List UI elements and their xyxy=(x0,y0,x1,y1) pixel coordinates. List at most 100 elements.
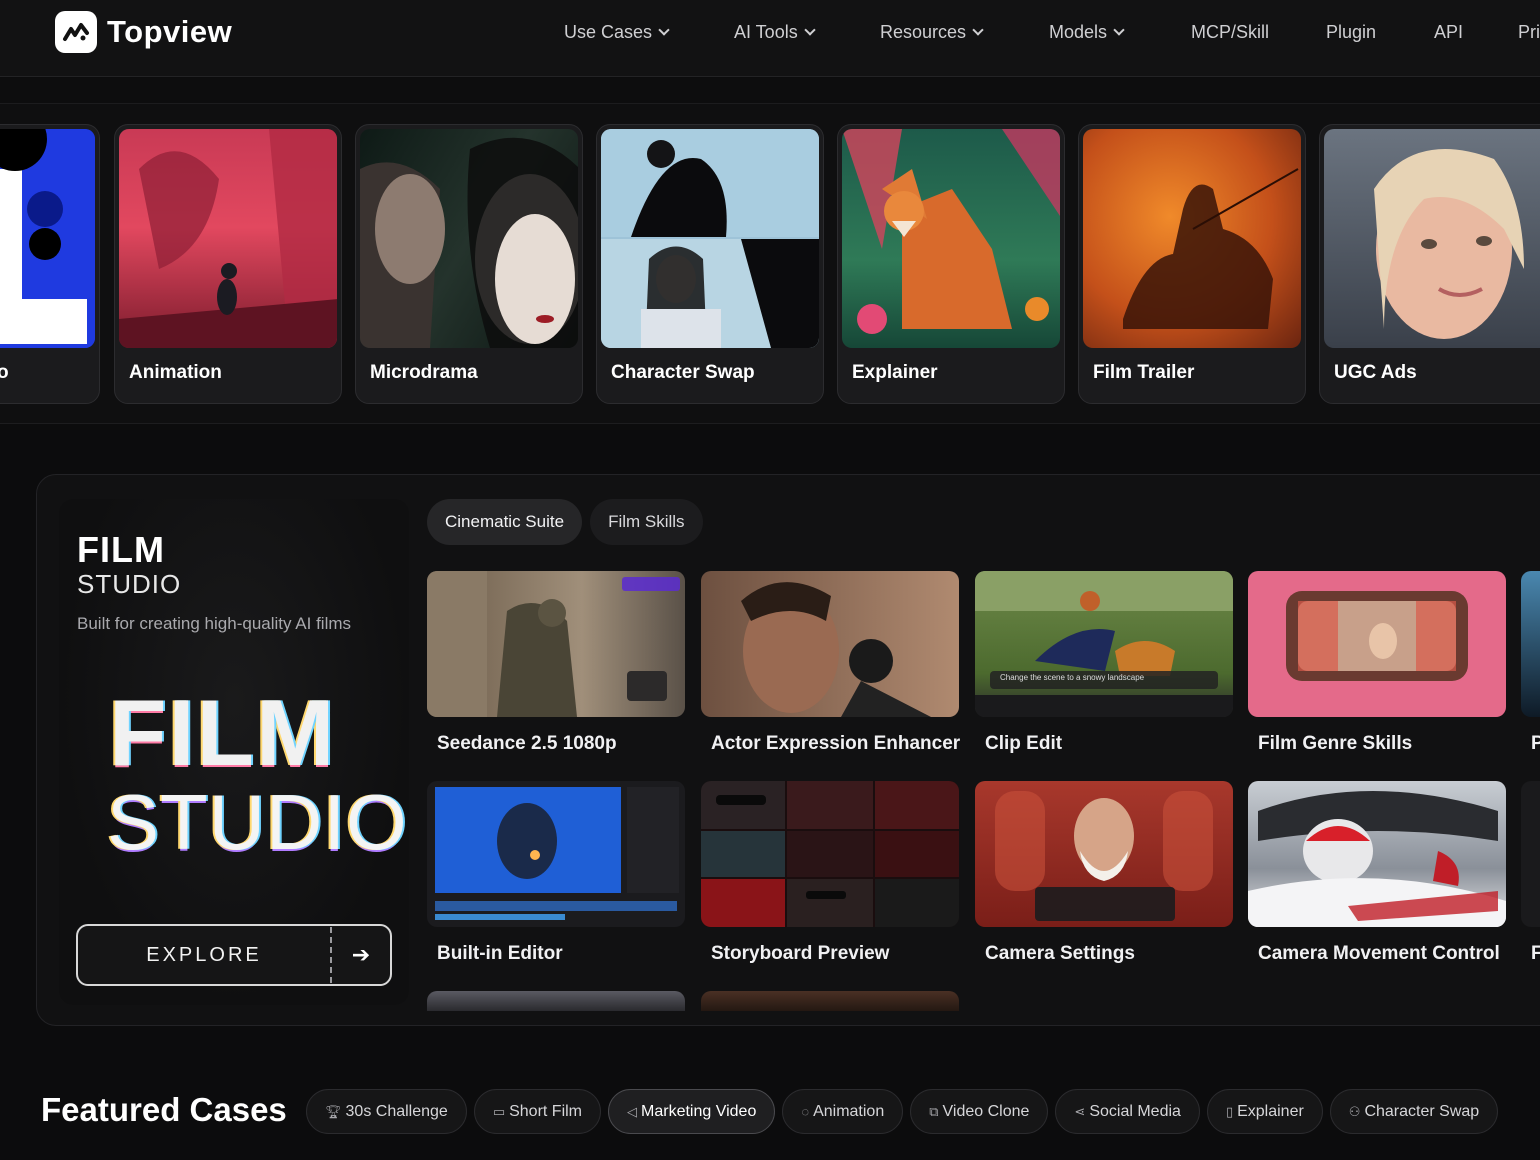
tool-thumbnail xyxy=(427,571,685,717)
card-label: Explainer xyxy=(852,362,938,383)
pill-marketing-video[interactable]: ◁ Marketing Video xyxy=(608,1089,776,1134)
nav-api[interactable]: API xyxy=(1434,22,1463,43)
nav-label: Use Cases xyxy=(564,22,653,42)
film-studio-panel: FILM STUDIO Built for creating high-qual… xyxy=(36,474,1540,1026)
clip-edit-prompt: Change the scene to a snowy landscape xyxy=(1000,673,1145,682)
tool-card-partial-2[interactable]: F xyxy=(1521,781,1540,965)
palette-icon: ◌ xyxy=(801,1104,810,1119)
tool-card-storyboard[interactable]: Storyboard Preview xyxy=(701,781,961,965)
studio-tabs: Cinematic Suite Film Skills xyxy=(427,499,703,545)
tool-label: Clip Edit xyxy=(985,733,1063,754)
nav-label: API xyxy=(1434,22,1464,42)
tool-card-seedance[interactable]: Seedance 2.5 1080p xyxy=(427,571,687,755)
nav-mcp-skill[interactable]: MCP/Skill xyxy=(1191,22,1269,43)
card-thumbnail xyxy=(360,129,578,348)
top-strip xyxy=(0,78,1540,104)
tool-label: Camera Settings xyxy=(985,943,1135,964)
use-case-card-ugc-ads[interactable]: UGC Ads xyxy=(1319,124,1540,404)
tab-cinematic-suite[interactable]: Cinematic Suite xyxy=(427,499,583,545)
tool-card-camera-movement[interactable]: Camera Movement Control xyxy=(1248,781,1508,965)
tool-label: Camera Movement Control xyxy=(1258,943,1500,964)
card-label: UGC Ads xyxy=(1334,362,1417,383)
card-label: Animation xyxy=(129,362,222,383)
pill-label: Marketing Video xyxy=(641,1102,757,1120)
pill-label: Short Film xyxy=(509,1102,583,1120)
tool-thumbnail: Change the scene to a snowy landscape xyxy=(975,571,1233,717)
tool-card-film-genre[interactable]: Film Genre Skills xyxy=(1248,571,1508,755)
pill-label: Video Clone xyxy=(942,1102,1030,1120)
film-studio-art-line2: STUDIO xyxy=(107,778,408,866)
pill-label: Character Swap xyxy=(1364,1102,1480,1120)
top-nav: Topview Use Cases AI Tools Resources Mod… xyxy=(0,0,1540,77)
card-thumbnail xyxy=(0,129,95,348)
tool-thumbnail xyxy=(1521,781,1540,927)
nav-models[interactable]: Models xyxy=(1049,22,1125,43)
user-icon: ⚇ xyxy=(1348,1103,1361,1119)
featured-category-pills: 🏆︎ 30s Challenge ▭ Short Film ◁ Marketing V… xyxy=(306,1089,1499,1134)
nav-resources[interactable]: Resources xyxy=(880,22,984,43)
use-case-card-explainer[interactable]: Explainer xyxy=(837,124,1065,404)
card-thumbnail xyxy=(601,129,819,348)
use-case-card[interactable]: o xyxy=(0,124,100,404)
tool-thumbnail xyxy=(1521,571,1540,717)
pill-explainer[interactable]: ▯ Explainer xyxy=(1206,1089,1323,1134)
pill-animation[interactable]: ◌ Animation xyxy=(782,1089,904,1134)
use-case-card-animation[interactable]: Animation xyxy=(114,124,342,404)
tool-card-peek xyxy=(427,991,685,1011)
tool-thumbnail xyxy=(975,781,1233,927)
pill-label: Animation xyxy=(813,1102,885,1120)
nav-plugin[interactable]: Plugin xyxy=(1326,22,1376,43)
nav-ai-tools[interactable]: AI Tools xyxy=(734,22,816,43)
pill-label: Explainer xyxy=(1237,1102,1304,1120)
tool-thumbnail xyxy=(701,781,959,927)
card-label: Film Trailer xyxy=(1093,362,1195,383)
explore-label: EXPLORE xyxy=(146,943,262,966)
featured-cases-title: Featured Cases xyxy=(41,1091,287,1128)
topview-logo-icon xyxy=(55,11,97,53)
pill-short-film[interactable]: ▭ Short Film xyxy=(473,1089,602,1134)
tool-card-built-in-editor[interactable]: Built-in Editor xyxy=(427,781,687,965)
tool-card-actor-expression[interactable]: Actor Expression Enhancer xyxy=(701,571,961,755)
copy-icon: ⧉ xyxy=(929,1103,939,1119)
card-thumbnail xyxy=(119,129,337,348)
pill-30s-challenge[interactable]: 🏆︎ 30s Challenge xyxy=(306,1089,467,1134)
pill-video-clone[interactable]: ⧉ Video Clone xyxy=(910,1089,1049,1134)
use-case-card-film-trailer[interactable]: Film Trailer xyxy=(1078,124,1306,404)
nav-use-cases[interactable]: Use Cases xyxy=(564,22,670,43)
trophy-icon: 🏆︎ xyxy=(325,1103,342,1119)
brand-name: Topview xyxy=(107,14,233,49)
film-studio-promo: FILM STUDIO Built for creating high-qual… xyxy=(59,499,409,1005)
chevron-down-icon xyxy=(972,24,984,36)
card-thumbnail xyxy=(842,129,1060,348)
share-icon: ⋖ xyxy=(1074,1103,1086,1119)
nav-label: AI Tools xyxy=(734,22,798,42)
use-case-card-character-swap[interactable]: Character Swap xyxy=(596,124,824,404)
tool-label: Storyboard Preview xyxy=(711,943,890,964)
pill-character-swap[interactable]: ⚇ Character Swap xyxy=(1329,1089,1499,1134)
tool-label: P xyxy=(1531,733,1540,755)
tool-thumbnail xyxy=(1248,781,1506,927)
tool-label: F xyxy=(1531,943,1540,965)
tool-thumbnail xyxy=(427,781,685,927)
tool-card-partial[interactable]: P xyxy=(1521,571,1540,755)
tool-thumbnail xyxy=(701,571,959,717)
tool-card-clip-edit[interactable]: Change the scene to a snowy landscape Cl… xyxy=(975,571,1235,755)
promo-subtitle: STUDIO xyxy=(77,569,182,599)
pill-label: 30s Challenge xyxy=(345,1102,448,1120)
book-icon: ▯ xyxy=(1225,1103,1234,1119)
chevron-down-icon xyxy=(804,24,816,36)
brand-logo[interactable]: Topview xyxy=(55,11,232,53)
use-case-card-microdrama[interactable]: Microdrama xyxy=(355,124,583,404)
nav-label: Pri xyxy=(1518,22,1540,42)
card-thumbnail xyxy=(1083,129,1301,348)
tool-card-camera-settings[interactable]: Camera Settings xyxy=(975,781,1235,965)
explore-button[interactable]: EXPLORE ➔ xyxy=(76,924,392,986)
nav-pricing[interactable]: Pri xyxy=(1518,22,1540,43)
card-label: o xyxy=(0,362,9,384)
card-label: Microdrama xyxy=(370,362,478,383)
nav-label: MCP/Skill xyxy=(1191,22,1270,42)
pill-social-media[interactable]: ⋖ Social Media xyxy=(1055,1089,1200,1134)
tool-thumbnail xyxy=(1248,571,1506,717)
tab-film-skills[interactable]: Film Skills xyxy=(590,499,703,545)
tool-label: Actor Expression Enhancer xyxy=(711,733,961,754)
